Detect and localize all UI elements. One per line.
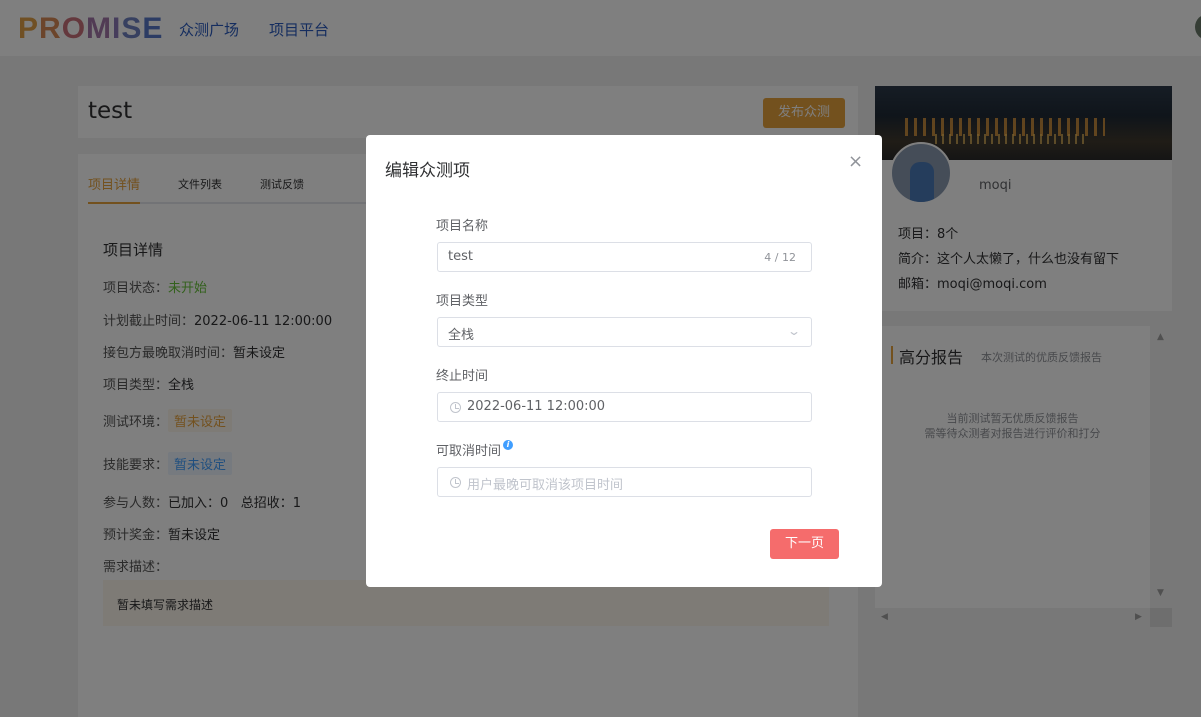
cancel-time-picker[interactable]: 用户最晚可取消该项目时间 <box>437 467 812 497</box>
dialog-title: 编辑众测项 <box>385 161 470 181</box>
cancel-time-label: 可取消时间 i <box>436 440 514 459</box>
next-page-button[interactable]: 下一页 <box>770 529 839 559</box>
info-icon[interactable]: i <box>503 440 514 450</box>
type-label: 项目类型 <box>436 294 489 309</box>
edit-crowdtest-dialog: 编辑众测项 × 项目名称 test 4 / 12 项目类型 全栈 ⌄ 终止时间 … <box>366 135 882 587</box>
end-time-label: 终止时间 <box>436 369 489 384</box>
cancel-time-placeholder: 用户最晚可取消该项目时间 <box>467 478 624 493</box>
name-label: 项目名称 <box>436 219 489 234</box>
project-type-select[interactable]: 全栈 ⌄ <box>437 317 812 347</box>
end-time-picker[interactable]: 2022-06-11 12:00:00 <box>437 392 812 422</box>
clock-icon <box>450 477 461 488</box>
clock-icon <box>450 402 461 413</box>
char-count: 4 / 12 <box>764 251 796 264</box>
close-icon[interactable]: × <box>848 151 863 172</box>
chevron-down-icon: ⌄ <box>786 324 802 338</box>
project-name-input[interactable]: test 4 / 12 <box>437 242 812 272</box>
